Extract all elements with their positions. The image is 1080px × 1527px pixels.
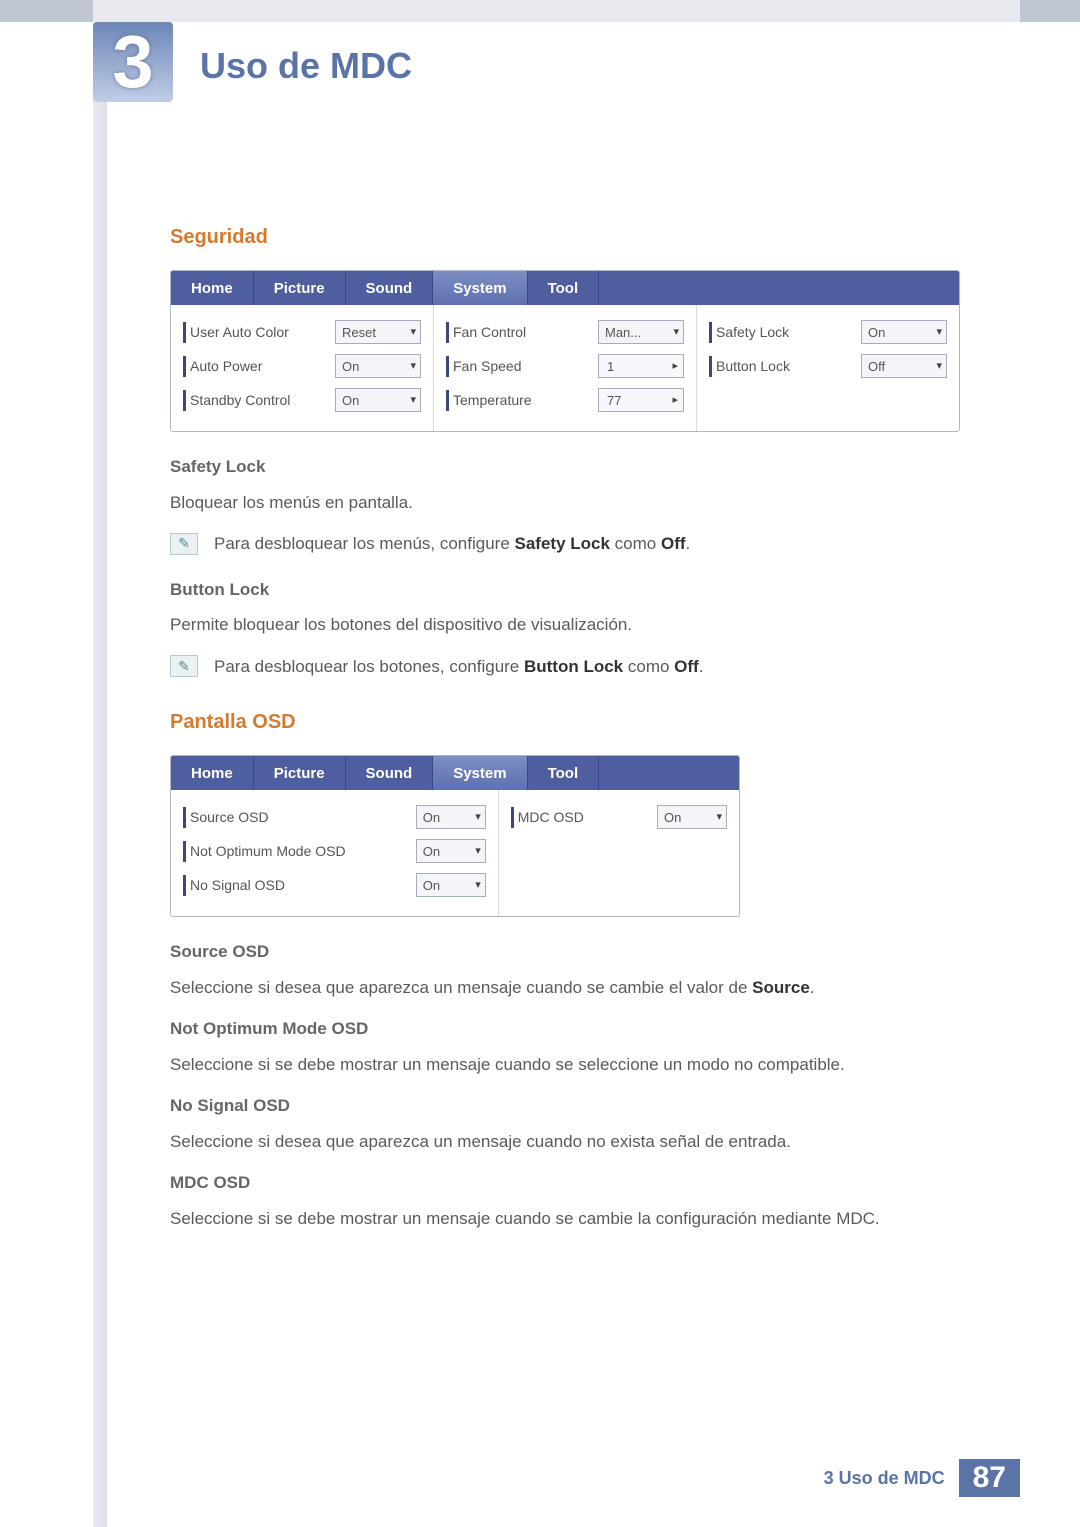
label-no-signal-osd: No Signal OSD — [183, 875, 408, 896]
label-safety-lock: Safety Lock — [709, 322, 853, 343]
drop-source-osd[interactable]: On — [416, 805, 486, 829]
osd-tab-bar: Home Picture Sound System Tool — [171, 756, 739, 790]
note-bold: Safety Lock — [515, 534, 610, 553]
chapter-number: 3 — [112, 25, 153, 99]
desc-not-optimum-osd: Seleccione si se debe mostrar un mensaje… — [170, 1052, 1000, 1078]
desc-no-signal-osd: Seleccione si desea que aparezca un mens… — [170, 1129, 1000, 1155]
step-temperature[interactable]: 77 — [598, 388, 684, 412]
heading-mdc-osd: MDC OSD — [170, 1170, 1000, 1196]
heading-osd: Pantalla OSD — [170, 707, 1000, 737]
page-footer: 3 Uso de MDC 87 — [824, 1459, 1020, 1497]
drop-fan-control[interactable]: Man... — [598, 320, 684, 344]
tab-tool[interactable]: Tool — [528, 756, 600, 790]
note-bold: Off — [674, 657, 699, 676]
note-text-part: como — [610, 534, 661, 553]
tab-system[interactable]: System — [433, 756, 527, 790]
heading-no-signal-osd: No Signal OSD — [170, 1093, 1000, 1119]
drop-safety-lock[interactable]: On — [861, 320, 947, 344]
desc-safety-lock: Bloquear los menús en pantalla. — [170, 490, 1000, 516]
drop-auto-power[interactable]: On — [335, 354, 421, 378]
tab-home[interactable]: Home — [171, 756, 254, 790]
drop-no-signal-osd[interactable]: On — [416, 873, 486, 897]
osd-panel: Home Picture Sound System Tool Source OS… — [170, 755, 740, 917]
heading-button-lock: Button Lock — [170, 577, 1000, 603]
tab-sound[interactable]: Sound — [346, 756, 434, 790]
page-content: Seguridad Home Picture Sound System Tool… — [170, 22, 1000, 1231]
tab-picture[interactable]: Picture — [254, 756, 346, 790]
note-icon: ✎ — [170, 533, 198, 555]
tab-tool[interactable]: Tool — [528, 271, 600, 305]
note-text-part: como — [623, 657, 674, 676]
label-auto-power: Auto Power — [183, 356, 327, 377]
page-side-border — [93, 22, 107, 1527]
tab-system[interactable]: System — [433, 271, 527, 305]
security-tab-bar: Home Picture Sound System Tool — [171, 271, 959, 305]
tab-home[interactable]: Home — [171, 271, 254, 305]
label-source-osd: Source OSD — [183, 807, 408, 828]
step-fan-speed[interactable]: 1 — [598, 354, 684, 378]
drop-user-auto-color[interactable]: Reset — [335, 320, 421, 344]
heading-source-osd: Source OSD — [170, 939, 1000, 965]
label-button-lock: Button Lock — [709, 356, 853, 377]
note-safety-lock: Para desbloquear los menús, configure Sa… — [214, 531, 1000, 557]
note-bold: Button Lock — [524, 657, 623, 676]
security-panel: Home Picture Sound System Tool User Auto… — [170, 270, 960, 432]
chapter-badge: 3 — [93, 22, 173, 102]
label-standby-control: Standby Control — [183, 390, 327, 411]
text-part: Seleccione si desea que aparezca un mens… — [170, 978, 752, 997]
tab-sound[interactable]: Sound — [346, 271, 434, 305]
note-bold: Off — [661, 534, 686, 553]
label-fan-speed: Fan Speed — [446, 356, 590, 377]
label-mdc-osd: MDC OSD — [511, 807, 649, 828]
drop-not-optimum-osd[interactable]: On — [416, 839, 486, 863]
note-text-part: Para desbloquear los menús, configure — [214, 534, 515, 553]
chapter-title: Uso de MDC — [200, 45, 412, 87]
desc-button-lock: Permite bloquear los botones del disposi… — [170, 612, 1000, 638]
desc-source-osd: Seleccione si desea que aparezca un mens… — [170, 975, 1000, 1001]
footer-text: 3 Uso de MDC — [824, 1468, 945, 1489]
desc-mdc-osd: Seleccione si se debe mostrar un mensaje… — [170, 1206, 1000, 1232]
heading-security: Seguridad — [170, 222, 1000, 252]
note-icon: ✎ — [170, 655, 198, 677]
heading-not-optimum-osd: Not Optimum Mode OSD — [170, 1016, 1000, 1042]
note-text-part: . — [699, 657, 704, 676]
text-part: . — [810, 978, 815, 997]
drop-standby-control[interactable]: On — [335, 388, 421, 412]
tab-picture[interactable]: Picture — [254, 271, 346, 305]
drop-button-lock[interactable]: Off — [861, 354, 947, 378]
drop-mdc-osd[interactable]: On — [657, 805, 727, 829]
note-button-lock: Para desbloquear los botones, configure … — [214, 654, 1000, 680]
page-top-border — [0, 0, 1080, 22]
footer-page-number: 87 — [959, 1459, 1020, 1497]
label-user-auto-color: User Auto Color — [183, 322, 327, 343]
heading-safety-lock: Safety Lock — [170, 454, 1000, 480]
label-fan-control: Fan Control — [446, 322, 590, 343]
label-not-optimum-osd: Not Optimum Mode OSD — [183, 841, 408, 862]
note-text-part: . — [686, 534, 691, 553]
label-temperature: Temperature — [446, 390, 590, 411]
note-text-part: Para desbloquear los botones, configure — [214, 657, 524, 676]
text-bold: Source — [752, 978, 810, 997]
